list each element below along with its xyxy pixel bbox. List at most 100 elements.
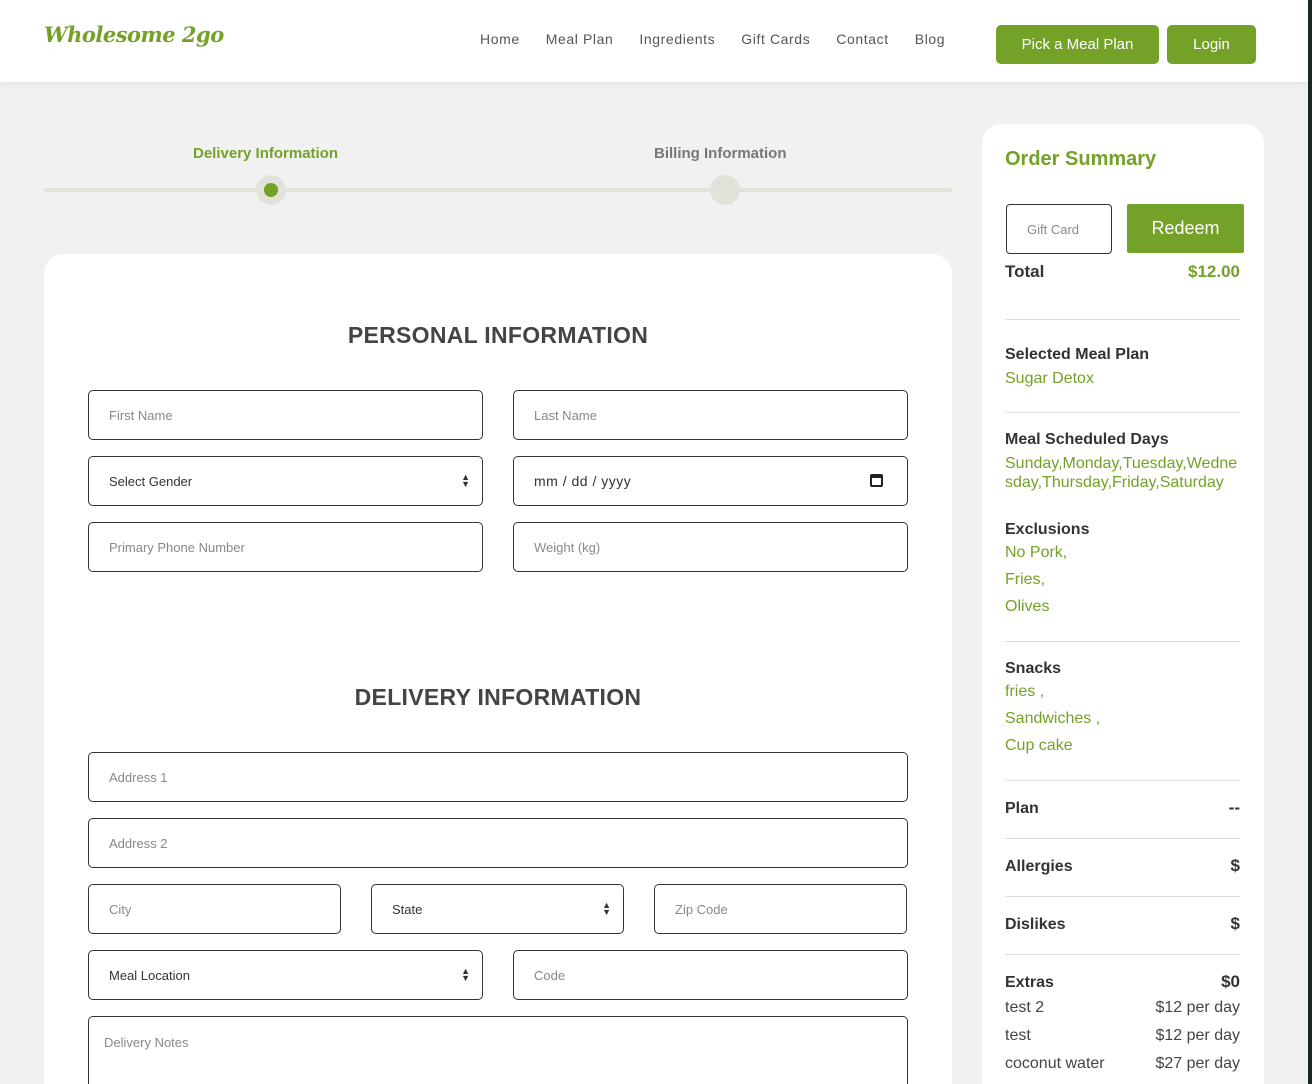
plan-row: Plan --	[1005, 798, 1240, 818]
notes-placeholder: Delivery Notes	[104, 1035, 189, 1050]
allergies-row: Allergies $	[1005, 856, 1240, 876]
snacks-list: fries , Sandwiches , Cup cake	[1005, 683, 1100, 764]
snack-item: Sandwiches ,	[1005, 710, 1101, 727]
extra-item: coconut water $27 per day	[1005, 1055, 1240, 1073]
gift-card-placeholder: Gift Card	[1027, 221, 1080, 237]
extra-name: coconut water	[1005, 1055, 1105, 1072]
site-logo[interactable]: Wholesome 2go	[44, 22, 224, 47]
divider	[1005, 412, 1240, 413]
city-input[interactable]: City	[88, 884, 341, 934]
gender-selected-value: Select Gender	[109, 473, 193, 489]
step-1-indicator[interactable]	[256, 175, 286, 205]
form-card: PERSONAL INFORMATION First Name Last Nam…	[44, 254, 952, 1084]
address1-placeholder: Address 1	[109, 769, 168, 785]
delivery-notes-textarea[interactable]: Delivery Notes	[88, 1016, 908, 1084]
allergies-label: Allergies	[1005, 858, 1073, 875]
step-2-indicator[interactable]	[710, 175, 740, 205]
site-header: Wholesome 2go Home Meal Plan Ingredients…	[0, 0, 1308, 82]
divider	[1005, 319, 1240, 320]
gift-card-input[interactable]: Gift Card	[1006, 204, 1112, 254]
extra-name: test 2	[1005, 999, 1045, 1016]
exclusion-item: Olives	[1005, 598, 1050, 615]
last-name-input[interactable]: Last Name	[513, 390, 908, 440]
select-arrows-icon: ▲ ▼	[461, 966, 470, 983]
exclusion-item: No Pork,	[1005, 544, 1068, 561]
extras-value: $0	[1221, 972, 1240, 991]
login-button[interactable]: Login	[1167, 25, 1256, 64]
extras-row: Extras $0	[1005, 972, 1240, 992]
nav-ingredients[interactable]: Ingredients	[639, 31, 715, 47]
step-delivery-label[interactable]: Delivery Information	[193, 145, 338, 162]
total-value: $12.00	[1188, 262, 1240, 281]
total-label: Total	[1005, 262, 1045, 281]
divider	[1005, 641, 1240, 642]
snacks-label: Snacks	[1005, 660, 1062, 677]
gender-select[interactable]: Select Gender ▲ ▼	[88, 456, 483, 506]
date-placeholder: mm / dd / yyyy	[534, 473, 632, 489]
progress-track	[44, 188, 952, 192]
total-row: Total $12.00	[1005, 262, 1240, 282]
phone-placeholder: Primary Phone Number	[109, 539, 245, 555]
nav-blog[interactable]: Blog	[915, 31, 945, 47]
personal-info-title: PERSONAL INFORMATION	[347, 322, 649, 348]
scheduled-days-value: Sunday,Monday,Tuesday,Wednesday,Thursday…	[1005, 455, 1238, 491]
allergies-value: $	[1230, 856, 1240, 875]
step-billing-label[interactable]: Billing Information	[654, 145, 787, 162]
divider	[1005, 954, 1240, 955]
delivery-info-title: DELIVERY INFORMATION	[354, 684, 642, 710]
exclusions-label: Exclusions	[1005, 521, 1090, 538]
select-arrows-icon: ▲ ▼	[461, 472, 470, 489]
nav-home[interactable]: Home	[480, 31, 520, 47]
main-nav: Home Meal Plan Ingredients Gift Cards Co…	[480, 31, 971, 47]
dislikes-value: $	[1230, 914, 1240, 933]
redeem-button[interactable]: Redeem	[1127, 204, 1244, 253]
extra-price: $12 per day	[1155, 999, 1240, 1016]
exclusion-item: Fries,	[1005, 571, 1045, 588]
meal-location-selected-value: Meal Location	[109, 967, 190, 983]
divider	[1005, 780, 1240, 781]
selected-plan-value: Sugar Detox	[1005, 370, 1094, 387]
exclusions-list: No Pork, Fries, Olives	[1005, 544, 1067, 625]
selected-plan-label: Selected Meal Plan	[1005, 346, 1150, 363]
extra-item: test 2 $12 per day	[1005, 999, 1240, 1017]
nav-meal-plan[interactable]: Meal Plan	[546, 31, 614, 47]
address2-placeholder: Address 2	[109, 835, 168, 851]
plan-label: Plan	[1005, 800, 1039, 817]
dislikes-label: Dislikes	[1005, 916, 1066, 933]
extra-item: test $12 per day	[1005, 1027, 1240, 1045]
scheduled-days-label: Meal Scheduled Days	[1005, 431, 1169, 448]
nav-gift-cards[interactable]: Gift Cards	[741, 31, 810, 47]
order-summary-card: Order Summary Gift Card Redeem Total $12…	[982, 124, 1264, 1084]
nav-contact[interactable]: Contact	[836, 31, 888, 47]
window-edge	[1308, 0, 1312, 1084]
code-input[interactable]: Code	[513, 950, 908, 1000]
state-selected-value: State	[392, 901, 423, 917]
pick-meal-plan-button[interactable]: Pick a Meal Plan	[996, 25, 1159, 64]
state-select[interactable]: State ▲ ▼	[371, 884, 624, 934]
code-placeholder: Code	[534, 967, 566, 983]
dislikes-row: Dislikes $	[1005, 914, 1240, 934]
phone-input[interactable]: Primary Phone Number	[88, 522, 483, 572]
plan-value: --	[1228, 798, 1240, 817]
extra-price: $12 per day	[1155, 1027, 1240, 1044]
extras-label: Extras	[1005, 974, 1054, 991]
calendar-icon[interactable]	[870, 474, 883, 487]
zip-code-input[interactable]: Zip Code	[654, 884, 907, 934]
date-of-birth-input[interactable]: mm / dd / yyyy	[513, 456, 908, 506]
first-name-input[interactable]: First Name	[88, 390, 483, 440]
order-summary-title: Order Summary	[1005, 148, 1157, 170]
city-placeholder: City	[109, 901, 132, 917]
address1-input[interactable]: Address 1	[88, 752, 908, 802]
zip-placeholder: Zip Code	[675, 901, 728, 917]
meal-location-select[interactable]: Meal Location ▲ ▼	[88, 950, 483, 1000]
snack-item: fries ,	[1005, 683, 1045, 700]
weight-input[interactable]: Weight (kg)	[513, 522, 908, 572]
snack-item: Cup cake	[1005, 737, 1073, 754]
divider	[1005, 896, 1240, 897]
step-active-dot	[264, 183, 278, 197]
last-name-placeholder: Last Name	[534, 407, 597, 423]
extra-price: $27 per day	[1155, 1055, 1240, 1072]
address2-input[interactable]: Address 2	[88, 818, 908, 868]
extra-name: test	[1005, 1027, 1031, 1044]
divider	[1005, 838, 1240, 839]
